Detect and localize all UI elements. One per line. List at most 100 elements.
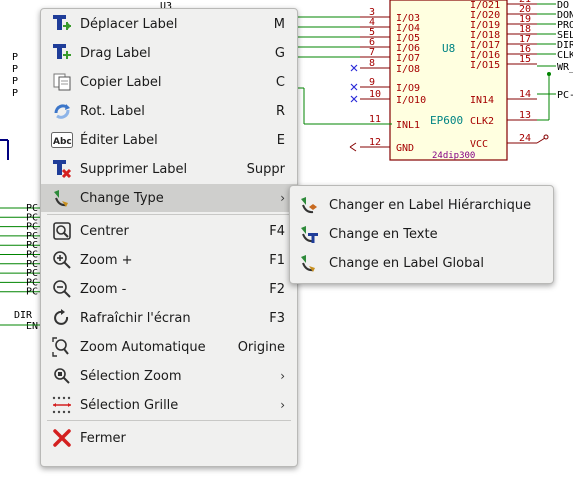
pin-number: 13 [519,110,531,121]
submenu-item-change-en-label-global[interactable]: Change en Label Global [290,249,553,277]
context-menu: Déplacer Label M Drag Label G Copier Label C R… [40,8,298,467]
menu-item-label: Supprimer Label [80,161,188,177]
menu-separator [47,214,291,215]
pin-name: INL1 [396,120,420,131]
left-pin-label: P [12,88,18,99]
menu-item-zoom[interactable]: Zoom - F2 [41,275,297,303]
chevron-right-icon: › [280,398,285,412]
submenu-item-change-en-texte[interactable]: Change en Texte [290,220,553,248]
pin-name: I/O10 [396,95,426,106]
left-net-labels: PCPCPCPCPCPCPCPCPCPC [0,203,40,298]
gnd-symbol [349,142,357,152]
component-footprint: 24dip300 [432,151,475,161]
submenu-item-changer-en-label-hierarchique[interactable]: Changer en Label Hiérarchique [290,191,553,219]
menu-item-label: Drag Label [80,45,151,61]
menu-item-shortcut: F1 [269,252,285,268]
menu-item-label: Zoom Automatique [80,339,206,355]
rotate-label-icon [51,100,73,122]
menu-item-label: Change Type [80,190,164,206]
menu-item-shortcut: Suppr [246,161,285,177]
component-value: EP600 [430,114,463,127]
menu-item-shortcut: F2 [269,281,285,297]
menu-item-supprimer-label[interactable]: Supprimer Label Suppr [41,155,297,183]
chevron-right-icon: › [280,191,285,205]
bottom-label-en: EN [26,321,38,332]
menu-item-label: Copier Label [80,74,162,90]
change-type-submenu: Changer en Label Hiérarchique Change en T… [289,185,554,284]
menu-item-selection-grille[interactable]: Sélection Grille › [41,391,297,419]
net-label: PC [26,287,38,298]
menu-item-selection-zoom[interactable]: Sélection Zoom › [41,362,297,390]
menu-item-label: Rot. Label [80,103,145,119]
menu-item-rafraichir-l-ecran[interactable]: Rafraîchir l'écran F3 [41,304,297,332]
submenu-item-label: Change en Label Global [329,255,484,271]
pin-number: 24 [519,133,531,144]
menu-item-centrer[interactable]: Centrer F4 [41,217,297,245]
menu-item-label: Sélection Zoom [80,368,182,384]
zoom-out-icon [51,278,73,300]
menu-item-shortcut: M [273,16,285,32]
submenu-item-label: Change en Texte [329,226,438,242]
close-icon [51,427,73,449]
copy-label-icon [51,71,73,93]
pin-number: 8 [369,58,375,69]
menu-item-zoom[interactable]: Zoom + F1 [41,246,297,274]
global-label-icon [298,252,320,274]
menu-item-shortcut: F3 [269,310,285,326]
menu-item-shortcut: F4 [269,223,285,239]
zoom-fit-icon [51,336,73,358]
menu-item-label: Fermer [80,430,126,446]
menu-separator [47,420,291,421]
menu-item-shortcut: R [275,103,285,119]
delete-label-icon [51,158,73,180]
pin-name: I/O7 [396,53,420,64]
pin-number: 7 [369,47,375,58]
menu-item-label: Sélection Grille [80,397,179,413]
zoom-selection-icon [51,365,73,387]
net-label: CLK [557,50,573,61]
menu-item-label: Éditer Label [80,132,158,148]
svg-text:Abc: Abc [53,137,72,147]
wires [298,16,360,58]
pin-name: VCC [470,139,488,150]
net-label: PC- [557,90,573,101]
right-net-labels: DODONPROSELDIRCLKWR_PC- [537,0,573,121]
menu-item-change-type[interactable]: Change Type › [41,184,297,212]
center-icon [51,220,73,242]
pin-number: 11 [369,114,381,125]
menu-item-rot-label[interactable]: Rot. Label R [41,97,297,125]
pin-name: I/O15 [470,60,500,71]
menu-item-copier-label[interactable]: Copier Label C [41,68,297,96]
menu-item-shortcut: E [276,132,285,148]
left-edge-labels: P P P P [12,52,18,99]
pin-number: 14 [519,89,531,100]
pin-name: IN14 [470,95,494,106]
left-pin-label: P [12,64,18,75]
menu-item-label: Centrer [80,223,129,239]
menu-item-editer-label[interactable]: Abc Éditer Label E [41,126,297,154]
change-type-icon [51,187,73,209]
menu-item-zoom-automatique[interactable]: Zoom Automatique Origine [41,333,297,361]
menu-item-drag-label[interactable]: Drag Label G [41,39,297,67]
menu-item-fermer[interactable]: Fermer [41,424,297,452]
menu-item-label: Zoom - [80,281,127,297]
refresh-icon [51,307,73,329]
menu-item-label: Déplacer Label [80,16,178,32]
pin-number: 15 [519,54,531,65]
zoom-in-icon [51,249,73,271]
left-pin-label: P [12,76,18,87]
grid-select-icon [51,394,73,416]
drag-label-icon [51,42,73,64]
pin-name: I/O8 [396,64,420,75]
pin-name: I/O9 [396,83,420,94]
menu-item-label: Rafraîchir l'écran [80,310,191,326]
pin-number: 12 [369,137,381,148]
pin-number: 10 [369,89,381,100]
menu-item-shortcut: Origine [237,339,285,355]
left-pin-label: P [12,52,18,63]
component-ref: U8 [442,42,455,55]
menu-item-shortcut: G [274,45,285,61]
menu-item-deplacer-label[interactable]: Déplacer Label M [41,10,297,38]
hierarchical-label-icon [298,194,320,216]
text-icon [298,223,320,245]
